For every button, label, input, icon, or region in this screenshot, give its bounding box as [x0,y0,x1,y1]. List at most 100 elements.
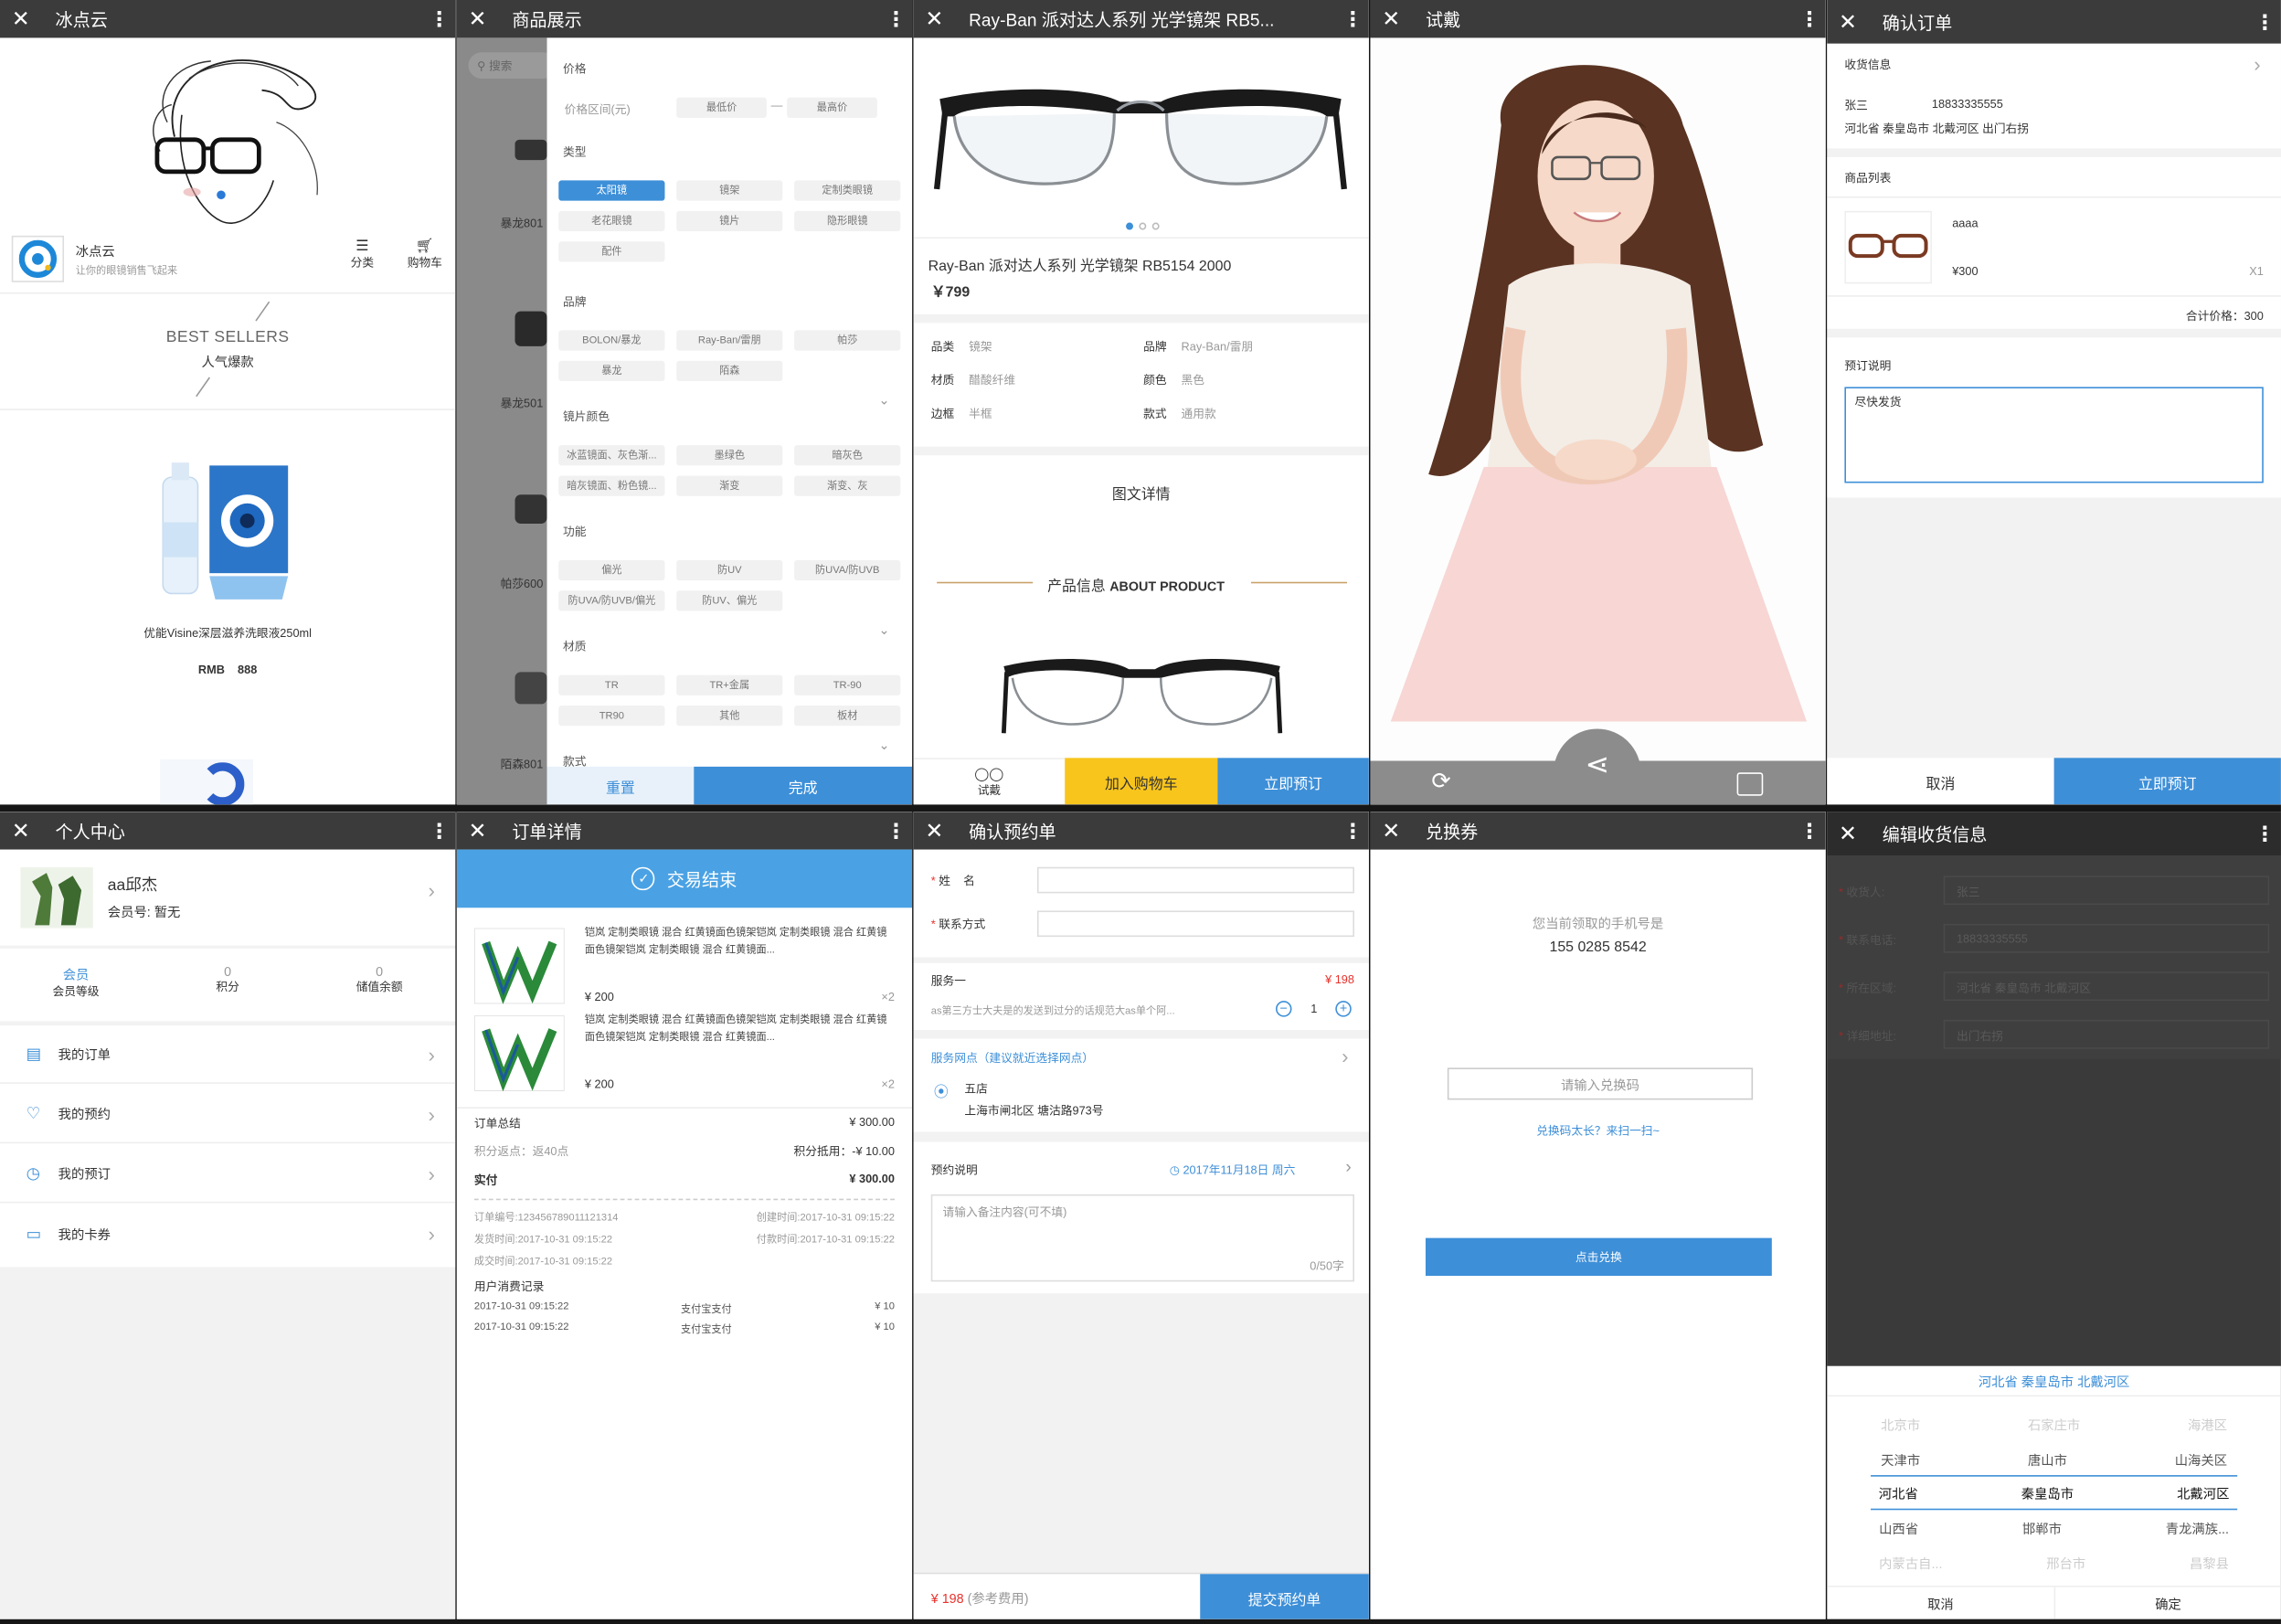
close-icon[interactable]: ✕ [12,8,35,30]
chevron-down-icon[interactable]: ⌄ [878,738,889,754]
profile-header[interactable]: aa邱杰 会员号: 暂无 › [0,849,456,946]
picker-option[interactable]: 海港区 [2188,1416,2227,1435]
submit-button[interactable]: 提交预约单 [1200,1574,1369,1619]
contact-input[interactable] [1036,910,1354,938]
order-now-button[interactable]: 立即预订 [2053,758,2281,805]
lens-color-tag[interactable]: 暗灰色 [794,445,901,466]
product-name[interactable]: 优能Visine深层滋养洗眼液250ml [0,625,455,642]
more-icon[interactable]: ⋮ [1342,818,1363,843]
plus-icon[interactable]: + [1335,1001,1352,1017]
brand-tag[interactable]: BOLON/暴龙 [558,330,665,351]
field-input[interactable]: 18833335555 [1943,923,2270,953]
brand-tag[interactable]: 帕莎 [794,330,901,351]
close-icon[interactable]: ✕ [1839,823,1862,844]
name-input[interactable] [1036,866,1354,894]
picker-option[interactable]: 昌黎县 [2190,1554,2229,1573]
recv-card[interactable]: 收货信息 › 张三 18833335555 河北省 秦皇岛市 北戴河区 出门右拐 [1827,43,2281,149]
more-icon[interactable]: ⋮ [1799,6,1819,31]
picker-option[interactable]: 唐山市 [2028,1450,2067,1470]
close-icon[interactable]: ✕ [469,8,492,30]
carousel-dots[interactable] [1126,222,1160,230]
material-tag[interactable]: TR+金属 [676,674,783,695]
refresh-icon[interactable]: ⟳ [1431,767,1450,796]
more-icon[interactable]: ⋮ [886,818,906,843]
type-tag[interactable]: 太阳镜 [558,180,665,201]
reset-button[interactable]: 重置 [546,766,695,805]
stat-points[interactable]: 0 积分 [152,949,303,1022]
picker-option[interactable]: 秦皇岛市 [2021,1484,2074,1503]
price-max-input[interactable]: 最高价 [787,97,877,118]
note-textarea[interactable]: 请输入备注内容(可不填) 0/50字 [930,1194,1354,1282]
func-tag[interactable]: 防UVA/防UVB [794,559,901,581]
order-item[interactable]: 铠岚 定制类眼镜 混合 红黄镜面色镜架铠岚 定制类眼镜 混合 红黄镜面色镜架铠岚… [457,922,912,1010]
cancel-button[interactable]: 取消 [1827,758,2054,805]
picker-option[interactable]: 内蒙古自... [1879,1554,1942,1573]
picker-option[interactable]: 山海关区 [2175,1450,2227,1470]
lens-color-tag[interactable]: 渐变、灰 [794,475,901,496]
func-tag[interactable]: 偏光 [558,559,665,581]
more-icon[interactable]: ⋮ [430,818,450,843]
close-icon[interactable]: ✕ [1839,11,1862,33]
menu-item-appointments[interactable]: ♡ 我的预约 › [0,1085,456,1144]
picker-option[interactable]: 石家庄市 [2028,1416,2080,1435]
type-tag[interactable]: 镜架 [676,180,783,201]
lens-color-tag[interactable]: 墨绿色 [676,445,783,466]
more-icon[interactable]: ⋮ [1342,6,1363,31]
close-icon[interactable]: ✕ [925,820,948,842]
material-tag[interactable]: 其他 [676,706,783,727]
close-icon[interactable]: ✕ [12,820,35,842]
picker-option[interactable]: 邯郸市 [2022,1519,2062,1538]
func-tag[interactable]: 防UVA/防UVB/偏光 [558,590,665,611]
picker-option[interactable]: 邢台市 [2046,1554,2085,1573]
bag-icon[interactable] [1736,772,1764,796]
close-icon[interactable]: ✕ [925,8,948,30]
more-icon[interactable]: ⋮ [2254,822,2275,846]
material-tag[interactable]: TR [558,674,665,695]
more-icon[interactable]: ⋮ [886,6,906,31]
add-cart-button[interactable]: 加入购物车 [1065,758,1218,805]
brand-tag[interactable]: 陌森 [676,360,783,382]
type-tag[interactable]: 老花眼镜 [558,210,665,232]
order-now-button[interactable]: 立即预订 [1217,758,1369,805]
scan-link[interactable]: 兑换码太长？来扫一扫~ [1370,1123,1825,1140]
picker-option[interactable]: 河北省 [1879,1484,1918,1503]
type-tag[interactable]: 镜片 [676,210,783,232]
lens-color-tag[interactable]: 渐变 [676,475,783,496]
search-input[interactable]: ⚲ 搜索 [468,52,557,79]
material-tag[interactable]: TR-90 [794,674,901,695]
more-icon[interactable]: ⋮ [430,6,450,31]
func-tag[interactable]: 防UV [676,559,783,581]
code-input[interactable]: 请输入兑换码 [1447,1067,1754,1100]
stat-balance[interactable]: 0 储值余额 [303,949,455,1022]
type-tag[interactable]: 隐形眼镜 [794,210,901,232]
picker-option[interactable]: 山西省 [1879,1519,1918,1538]
menu-item-orders[interactable]: ▤ 我的订单 › [0,1025,456,1084]
brand-tag[interactable]: Ray-Ban/雷朋 [676,330,783,351]
picker-option[interactable]: 北戴河区 [2177,1484,2229,1503]
region-picker[interactable]: 河北省 秦皇岛市 北戴河区 北京市 石家庄市 海港区 天津市 唐山市 山海关区 河北省 秦… [1827,1365,2281,1619]
brand-tag[interactable]: 暴龙 [558,360,665,382]
date-picker[interactable]: ◷ 2017年11月18日 周六 [1170,1162,1296,1179]
picker-option[interactable]: 天津市 [1881,1450,1920,1470]
price-min-input[interactable]: 最低价 [676,97,767,118]
close-icon[interactable]: ✕ [1382,8,1405,30]
done-button[interactable]: 完成 [694,766,913,805]
picker-option[interactable]: 北京市 [1881,1416,1920,1435]
stat-level[interactable]: 会员 会员等级 [0,949,152,1022]
more-icon[interactable]: ⋮ [1799,818,1819,843]
order-item[interactable]: 铠岚 定制类眼镜 混合 红黄镜面色镜架铠岚 定制类眼镜 混合 红黄镜面色镜架铠岚… [457,1010,912,1098]
picker-cancel-button[interactable]: 取消 [1827,1587,2053,1619]
field-input[interactable]: 张三 [1943,876,2270,906]
type-tag[interactable]: 配件 [558,241,665,262]
lens-color-tag[interactable]: 暗灰镜面、粉色镜... [558,475,665,496]
field-input[interactable]: 出门右拐 [1943,1019,2270,1049]
redeem-button[interactable]: 点击兑换 [1425,1237,1772,1277]
menu-item-coupons[interactable]: ▭ 我的卡券 › [0,1205,455,1263]
try-on-button[interactable]: ◯◯ 试戴 [913,758,1066,804]
nav-category[interactable]: ☰ 分类 [346,239,378,271]
close-icon[interactable]: ✕ [1382,820,1405,842]
type-tag[interactable]: 定制类眼镜 [794,180,901,201]
minus-icon[interactable]: − [1276,1001,1292,1017]
picker-confirm-button[interactable]: 确定 [2053,1587,2281,1619]
material-tag[interactable]: TR90 [558,706,665,727]
